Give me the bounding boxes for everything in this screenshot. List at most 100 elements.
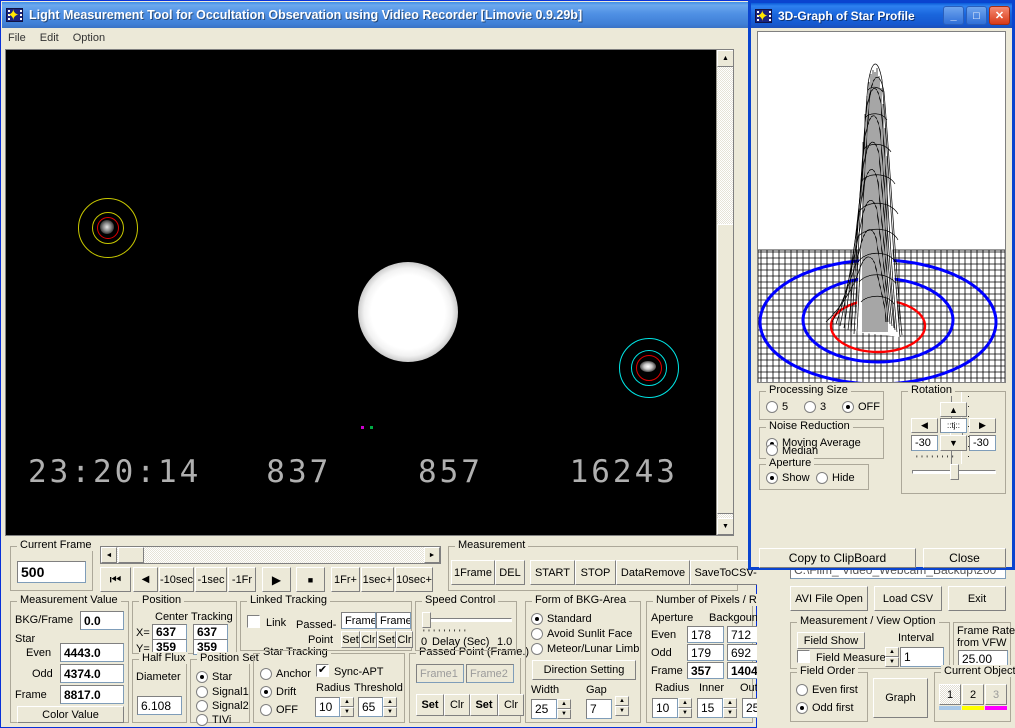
passed-clr1-button[interactable]: Clr: [444, 694, 470, 716]
transport-minus-10sec-button[interactable]: -10sec: [159, 567, 194, 592]
passed-frame1-field[interactable]: Frame1: [416, 664, 464, 683]
target-marker-cyan[interactable]: [619, 338, 679, 398]
radius-spinner[interactable]: ▲ ▼: [678, 698, 692, 718]
spinner-up-icon[interactable]: ▲: [723, 698, 737, 708]
rotation-right-button[interactable]: ▶: [969, 418, 996, 433]
measurement-dataremove-button[interactable]: DataRemove: [616, 560, 690, 585]
main-title-bar[interactable]: ✦ Light Measurement Tool for Occultation…: [2, 2, 757, 28]
measurement-del-button[interactable]: DEL: [495, 560, 525, 585]
noise-reduction-radio-median[interactable]: [766, 444, 778, 456]
even-value[interactable]: 4443.0: [60, 643, 124, 662]
pixels-aperture-even[interactable]: 178: [687, 626, 724, 643]
star-profile-plot[interactable]: [757, 31, 1006, 383]
linked-set2-button[interactable]: Set: [377, 631, 396, 648]
bkg-area-radio-standard[interactable]: [531, 613, 543, 625]
position-set-radio-signal1[interactable]: [196, 686, 208, 698]
pixels-aperture-frame[interactable]: 357: [687, 662, 724, 679]
inner-spinner[interactable]: ▲ ▼: [723, 698, 737, 718]
pixels-aperture-odd[interactable]: 179: [687, 644, 724, 661]
transport-plus-10sec-button[interactable]: 10sec+: [395, 567, 433, 592]
passed-frame2-field[interactable]: Frame2: [466, 664, 514, 683]
sync-apt-checkbox[interactable]: ✔: [316, 664, 329, 677]
frame-scroll-thumb[interactable]: [118, 547, 144, 563]
star-tracking-radio-anchor[interactable]: [260, 668, 272, 680]
rotation-center-display[interactable]: ::tj::: [940, 418, 967, 433]
frame-value[interactable]: 8817.0: [60, 685, 124, 704]
avi-file-open-button[interactable]: AVI File Open: [790, 586, 868, 611]
scroll-down-icon[interactable]: ▼: [717, 518, 733, 535]
link-checkbox[interactable]: [247, 615, 260, 628]
color-value-button[interactable]: Color Value: [17, 706, 124, 723]
transport-plus-1sec-button[interactable]: 1sec+: [361, 567, 394, 592]
bkg-gap-value[interactable]: 7: [586, 699, 612, 719]
field-order-radio-odd-first[interactable]: [796, 702, 808, 714]
linked-frame1-field[interactable]: Frame1: [341, 612, 376, 629]
measurement-stop-button[interactable]: STOP: [575, 560, 616, 585]
transport-minus-1sec-button[interactable]: -1sec: [195, 567, 227, 592]
spinner-down-icon[interactable]: ▼: [723, 708, 737, 718]
graph-close-button[interactable]: Close: [923, 548, 1006, 568]
scroll-up-icon[interactable]: ▲: [717, 50, 733, 67]
star-tracking-radio-off[interactable]: [260, 704, 272, 716]
spinner-down-icon[interactable]: ▼: [678, 708, 692, 718]
current-frame-value[interactable]: 500: [17, 561, 86, 583]
transport-step-back-button[interactable]: ◀: [133, 567, 158, 592]
passed-set2-button[interactable]: Set: [470, 694, 498, 716]
star-tracking-radius-value[interactable]: 10: [315, 697, 340, 717]
processing-size-radio-5[interactable]: [766, 401, 778, 413]
transport-minus-1fr-button[interactable]: -1Fr: [228, 567, 256, 592]
half-flux-value[interactable]: 6.108: [137, 696, 182, 715]
rotation-slider[interactable]: [912, 464, 996, 480]
processing-size-radio-3[interactable]: [804, 401, 816, 413]
passed-set1-button[interactable]: Set: [416, 694, 444, 716]
rotation-value-left[interactable]: -30: [911, 435, 938, 451]
copy-to-clipboard-button[interactable]: Copy to ClipBoard: [759, 548, 916, 568]
video-vertical-scrollbar[interactable]: ▲ ▼: [716, 50, 733, 535]
frame-position-scrollbar[interactable]: ◄ ►: [100, 546, 441, 564]
spinner-up-icon[interactable]: ▲: [885, 647, 899, 657]
menu-item-file[interactable]: File: [8, 32, 26, 44]
spinner-down-icon[interactable]: ▼: [885, 657, 899, 667]
processing-size-radio-off[interactable]: [842, 401, 854, 413]
rotation-value-right[interactable]: -30: [969, 435, 996, 451]
star-tracking-threshold-spinner[interactable]: ▲ ▼: [383, 697, 397, 717]
slider-thumb[interactable]: [950, 464, 959, 480]
load-csv-button[interactable]: Load CSV: [874, 586, 942, 611]
radius-value[interactable]: 10: [652, 698, 678, 718]
position-x-center-value[interactable]: 637: [152, 624, 187, 640]
position-set-radio-tivi[interactable]: [196, 714, 208, 726]
graph-button[interactable]: Graph: [873, 678, 928, 718]
star-tracking-radio-drift[interactable]: [260, 686, 272, 698]
scrollbar-thumb[interactable]: [717, 224, 733, 514]
linked-frame2-field[interactable]: Frame2: [376, 612, 411, 629]
spinner-down-icon[interactable]: ▼: [340, 707, 354, 717]
current-object-button-1[interactable]: 1: [939, 684, 961, 705]
bkg-area-radio-avoid-sunlit[interactable]: [531, 628, 543, 640]
spinner-down-icon[interactable]: ▼: [557, 709, 571, 719]
graph-aperture-radio-show[interactable]: [766, 472, 778, 484]
spinner-up-icon[interactable]: ▲: [557, 699, 571, 709]
maximize-icon[interactable]: □: [966, 6, 987, 25]
direction-setting-button[interactable]: Direction Setting: [532, 660, 636, 680]
spinner-up-icon[interactable]: ▲: [383, 697, 397, 707]
position-x-tracking-value[interactable]: 637: [193, 624, 228, 640]
minimize-icon[interactable]: _: [943, 6, 964, 25]
spinner-down-icon[interactable]: ▼: [615, 706, 629, 716]
close-icon[interactable]: ✕: [989, 6, 1010, 25]
menu-item-option[interactable]: Option: [73, 32, 105, 44]
video-display[interactable]: 23:20:14 837 857 16243 ▲ ▼: [5, 49, 734, 536]
transport-plus-1fr-button[interactable]: 1Fr+: [331, 567, 360, 592]
bkg-width-spinner[interactable]: ▲ ▼: [557, 699, 571, 719]
field-order-radio-even-first[interactable]: [796, 684, 808, 696]
inner-value[interactable]: 15: [697, 698, 723, 718]
bkg-frame-value[interactable]: 0.0: [80, 611, 124, 630]
speed-control-slider[interactable]: [422, 612, 512, 628]
bkg-gap-spinner[interactable]: ▲ ▼: [615, 696, 629, 716]
interval-spinner[interactable]: ▲ ▼: [885, 647, 899, 667]
rotation-up-button[interactable]: ▲: [940, 402, 967, 417]
rotation-down-button[interactable]: ▼: [940, 435, 967, 451]
linked-clr1-button[interactable]: Clr: [360, 631, 377, 648]
rotation-left-button[interactable]: ◀: [911, 418, 938, 433]
menu-bar[interactable]: File Edit Option: [2, 28, 757, 47]
odd-value[interactable]: 4374.0: [60, 664, 124, 683]
